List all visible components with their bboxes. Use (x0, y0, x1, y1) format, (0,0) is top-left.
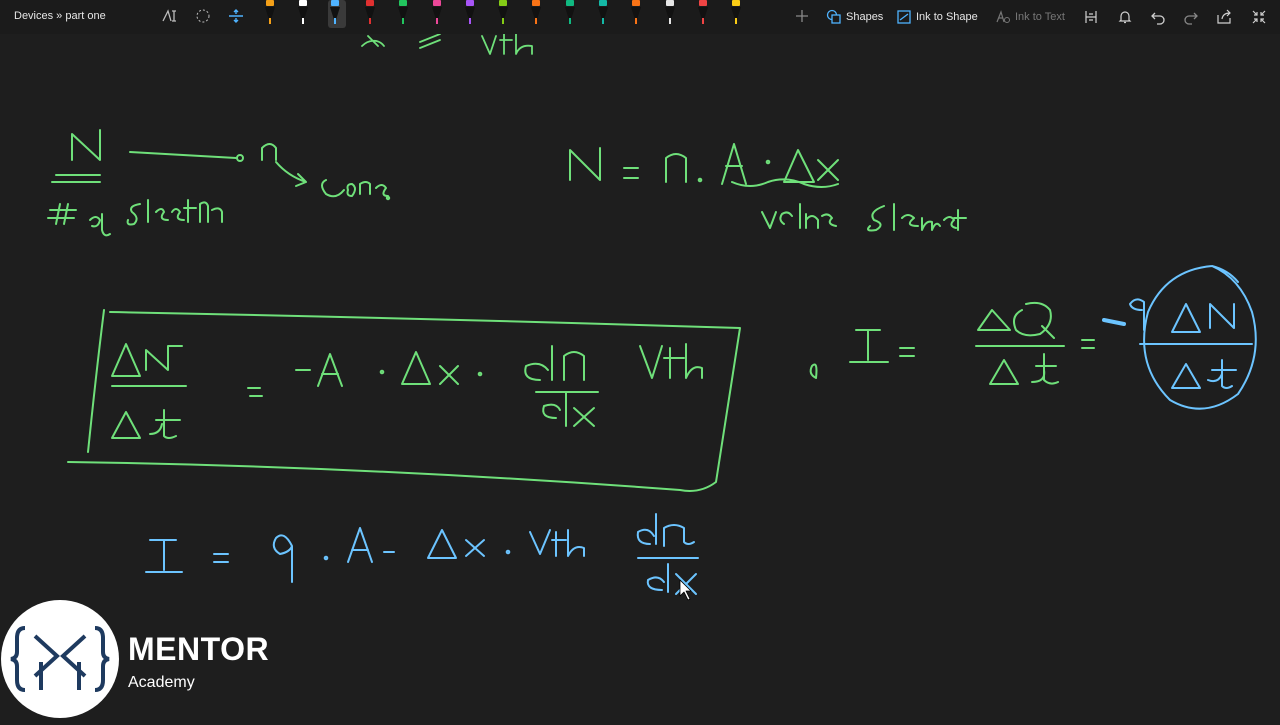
bell-icon[interactable] (1115, 7, 1135, 27)
ink-to-shape-button[interactable]: Ink to Shape (896, 6, 978, 28)
shapes-button[interactable]: Shapes (826, 6, 883, 28)
logo-mark (1, 600, 119, 718)
collapse-icon[interactable] (1249, 7, 1269, 27)
ink-replay-icon[interactable] (1081, 7, 1101, 27)
ink-to-text-icon (996, 10, 1010, 23)
ink-to-shape-label: Ink to Shape (916, 11, 978, 23)
pen-11[interactable] (596, 0, 610, 28)
add-pen-icon[interactable] (792, 6, 812, 26)
shapes-icon (826, 9, 841, 24)
lasso-select-icon[interactable] (193, 6, 213, 26)
pen-12[interactable] (629, 0, 643, 28)
breadcrumb[interactable]: Devices » part one (14, 10, 106, 22)
pen-15[interactable] (729, 0, 743, 28)
pen-14[interactable] (696, 0, 710, 28)
pen-3[interactable] (327, 0, 346, 28)
pen-9[interactable] (529, 0, 543, 28)
pen-4[interactable] (363, 0, 377, 28)
undo-icon[interactable] (1148, 7, 1168, 27)
pen-1[interactable] (263, 0, 277, 28)
ink-to-text-button[interactable]: Ink to Text (995, 6, 1065, 28)
add-space-icon[interactable] (226, 6, 246, 26)
handwriting-green (47, 33, 1095, 492)
brand-subtitle: Academy (128, 674, 195, 691)
shapes-label: Shapes (846, 11, 884, 23)
ink-to-text-label: Ink to Text (1015, 11, 1065, 23)
pen-8[interactable] (496, 0, 510, 28)
mentor-academy-logo: MENTOR Academy (0, 600, 300, 720)
pen-13[interactable] (663, 0, 677, 28)
brand-name: MENTOR (128, 631, 270, 667)
pen-6[interactable] (430, 0, 444, 28)
pen-2[interactable] (296, 0, 310, 28)
lasso-text-icon[interactable] (160, 6, 180, 26)
pen-7[interactable] (463, 0, 477, 28)
share-icon[interactable] (1214, 7, 1234, 27)
pen-5[interactable] (396, 0, 410, 28)
ink-to-shape-icon (897, 10, 911, 24)
ink-toolbar: Devices » part one Shapes Ink to Shape I… (0, 0, 1280, 34)
pen-10[interactable] (563, 0, 577, 28)
redo-icon[interactable] (1181, 7, 1201, 27)
